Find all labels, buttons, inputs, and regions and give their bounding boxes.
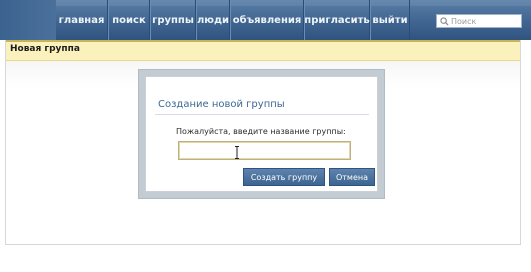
- create-group-button[interactable]: Создать группу: [243, 168, 325, 186]
- text-cursor-icon: [235, 144, 239, 159]
- nav-item-home[interactable]: главная: [56, 0, 108, 40]
- group-name-input[interactable]: [178, 141, 351, 160]
- nav-item-logout[interactable]: выйти: [370, 0, 410, 40]
- search-input[interactable]: [450, 16, 519, 26]
- search-box[interactable]: [436, 14, 522, 28]
- cancel-button[interactable]: Отмена: [329, 168, 375, 186]
- page-title: Новая группа: [10, 44, 80, 54]
- nav-item-search[interactable]: поиск: [108, 0, 150, 40]
- dialog-title: Создание новой группы: [158, 99, 285, 110]
- nav-item-groups[interactable]: группы: [150, 0, 196, 40]
- page-header: Новая группа: [6, 40, 520, 61]
- nav-item-invite[interactable]: пригласить: [304, 0, 370, 40]
- nav-item-people[interactable]: люди: [196, 0, 230, 40]
- nav-item-ads[interactable]: объявления: [230, 0, 304, 40]
- dialog-panel: Создание новой группы Пожалуйста, введит…: [145, 76, 378, 192]
- logo-area: [0, 0, 56, 40]
- search-icon: [438, 15, 450, 27]
- group-name-prompt: Пожалуйста, введите название группы:: [176, 127, 346, 136]
- main-nav: главная поиск группы люди объявления при…: [56, 0, 410, 40]
- create-group-dialog: Создание новой группы Пожалуйста, введит…: [138, 69, 385, 199]
- page-header-top-line: [6, 40, 520, 42]
- top-navigation-bar: главная поиск группы люди объявления при…: [0, 0, 531, 40]
- dialog-divider: [155, 114, 369, 115]
